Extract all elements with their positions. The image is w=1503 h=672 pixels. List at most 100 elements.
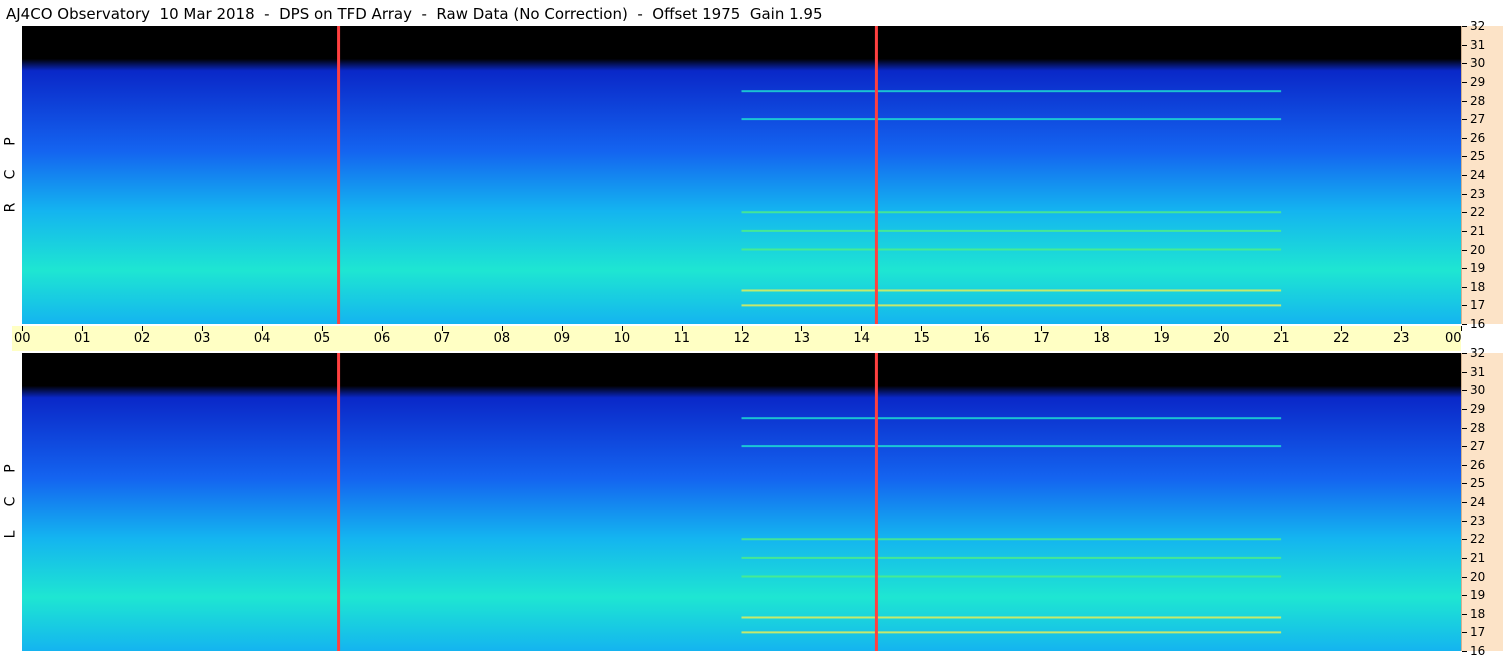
- mhz-tick: [1462, 44, 1467, 46]
- time-tick-label: 14: [853, 331, 870, 346]
- mhz-tick-label: 22: [1470, 205, 1486, 220]
- mhz-tick-label: 17: [1470, 298, 1486, 313]
- mhz-tick-label: 19: [1470, 588, 1486, 603]
- mhz-tick: [1462, 576, 1467, 578]
- mhz-tick-label: 32: [1470, 19, 1486, 33]
- lcp-emission-band: [741, 556, 1282, 559]
- time-tick-label: 11: [673, 331, 691, 346]
- mhz-tick: [1462, 632, 1467, 634]
- mhz-tick: [1462, 119, 1467, 121]
- mhz-tick-label: 24: [1470, 168, 1486, 182]
- lcp-emission-band: [741, 417, 1282, 420]
- mhz-tick-label: 24: [1470, 495, 1486, 509]
- time-tick-label: 10: [613, 331, 631, 346]
- mhz-tick-label: 17: [1470, 625, 1486, 640]
- lcp-emission-band: [741, 616, 1282, 619]
- lcp-emission-band: [741, 631, 1282, 634]
- lcp-frequency-axis: 16 17 18 19 20 21 22 23 24 25 26 27 28 29 30 31 32: [1461, 347, 1503, 657]
- time-tick-label: 04: [253, 331, 271, 346]
- mhz-tick-label: 27: [1470, 439, 1486, 454]
- time-tick-label: 16: [973, 331, 990, 346]
- rcp-spectrogram-svg: [22, 26, 1461, 324]
- mhz-tick-label: 26: [1470, 130, 1486, 145]
- mhz-tick: [1462, 268, 1467, 270]
- mhz-tick: [1462, 539, 1467, 541]
- rcp-marker-line: [874, 26, 878, 324]
- mhz-tick-label: 20: [1470, 569, 1486, 584]
- mhz-tick-label: 21: [1470, 223, 1486, 238]
- rcp-emission-band: [741, 90, 1282, 93]
- time-tick-label: 13: [793, 331, 810, 346]
- time-tick-label: 18: [1093, 331, 1110, 346]
- mhz-tick-label: 23: [1470, 513, 1486, 528]
- mhz-tick-label: 31: [1470, 37, 1486, 52]
- mhz-tick: [1462, 324, 1467, 325]
- rcp-background: [22, 26, 1461, 324]
- time-tick-label: 02: [133, 331, 151, 346]
- lcp-background: [22, 353, 1461, 651]
- mhz-tick: [1462, 651, 1467, 652]
- lcp-marker-line: [337, 353, 341, 651]
- rcp-emission-band: [741, 229, 1282, 232]
- mhz-tick: [1462, 286, 1467, 288]
- mhz-tick-label: 23: [1470, 186, 1486, 201]
- rcp-emission-band: [741, 118, 1282, 121]
- mhz-tick-label: 28: [1470, 420, 1486, 435]
- time-tick-label: 01: [73, 331, 91, 346]
- mhz-tick-label: 18: [1470, 606, 1486, 621]
- time-tick-label: 03: [193, 331, 211, 346]
- mhz-tick: [1462, 249, 1467, 251]
- time-axis: 00 01 02 03 04 05 06 07 08 09 10 11 12 13 14 15 16 17 18 19…: [12, 326, 1462, 351]
- mhz-tick: [1462, 464, 1467, 466]
- mhz-tick: [1462, 483, 1467, 485]
- time-tick-label: 07: [433, 331, 451, 346]
- mhz-tick-label: 22: [1470, 532, 1486, 547]
- mhz-tick: [1462, 353, 1467, 354]
- mhz-tick-label: 25: [1470, 149, 1486, 164]
- lcp-spectrogram-svg: [22, 353, 1461, 651]
- rcp-label: P C R: [3, 125, 19, 224]
- mhz-tick: [1462, 193, 1467, 195]
- rcp-frequency-axis: 16 17 18 19 20 21 22 23 24 25 26 27 28 29 30 31 32: [1461, 20, 1503, 330]
- time-tick-label: 05: [313, 331, 331, 346]
- time-tick-label: 23: [1393, 331, 1410, 346]
- time-tick-label: 09: [553, 331, 571, 346]
- mhz-tick: [1462, 390, 1467, 392]
- lcp-marker-line: [874, 353, 878, 651]
- time-tick-label: 08: [493, 331, 511, 346]
- mhz-tick: [1462, 212, 1467, 214]
- mhz-tick-label: 19: [1470, 261, 1486, 276]
- time-tick-label: 00: [1445, 331, 1462, 346]
- mhz-tick: [1462, 81, 1467, 83]
- mhz-tick: [1462, 446, 1467, 448]
- rcp-marker-line: [337, 26, 341, 324]
- mhz-tick-label: 25: [1470, 476, 1486, 491]
- time-tick-label: 22: [1333, 331, 1350, 346]
- rcp-emission-band: [741, 289, 1282, 292]
- bottom-margin: [22, 651, 1461, 672]
- mhz-tick-label: 26: [1470, 457, 1486, 472]
- mhz-tick-label: 30: [1470, 56, 1486, 71]
- mhz-tick: [1462, 175, 1467, 176]
- mhz-tick: [1462, 613, 1467, 615]
- mhz-tick: [1462, 230, 1467, 232]
- time-tick-label: 21: [1273, 331, 1290, 346]
- time-tick-label: 06: [373, 331, 391, 346]
- time-tick-label: 19: [1153, 331, 1170, 346]
- mhz-tick-label: 16: [1470, 644, 1486, 658]
- mhz-tick-label: 16: [1470, 317, 1486, 331]
- time-tick-label: 00: [14, 331, 31, 346]
- mhz-tick-label: 21: [1470, 550, 1486, 565]
- mhz-tick-label: 29: [1470, 74, 1486, 89]
- mhz-tick: [1462, 26, 1467, 27]
- mhz-tick-label: 27: [1470, 112, 1486, 127]
- time-tick-label: 20: [1213, 331, 1230, 346]
- mhz-tick-label: 28: [1470, 93, 1486, 108]
- mhz-tick: [1462, 408, 1467, 410]
- mhz-tick-label: 18: [1470, 279, 1486, 294]
- time-tick-label: 15: [913, 331, 930, 346]
- mhz-tick: [1462, 371, 1467, 373]
- lcp-label: P C L: [3, 452, 19, 551]
- time-tick-label: 17: [1033, 331, 1050, 346]
- time-tick-label: 12: [733, 331, 751, 346]
